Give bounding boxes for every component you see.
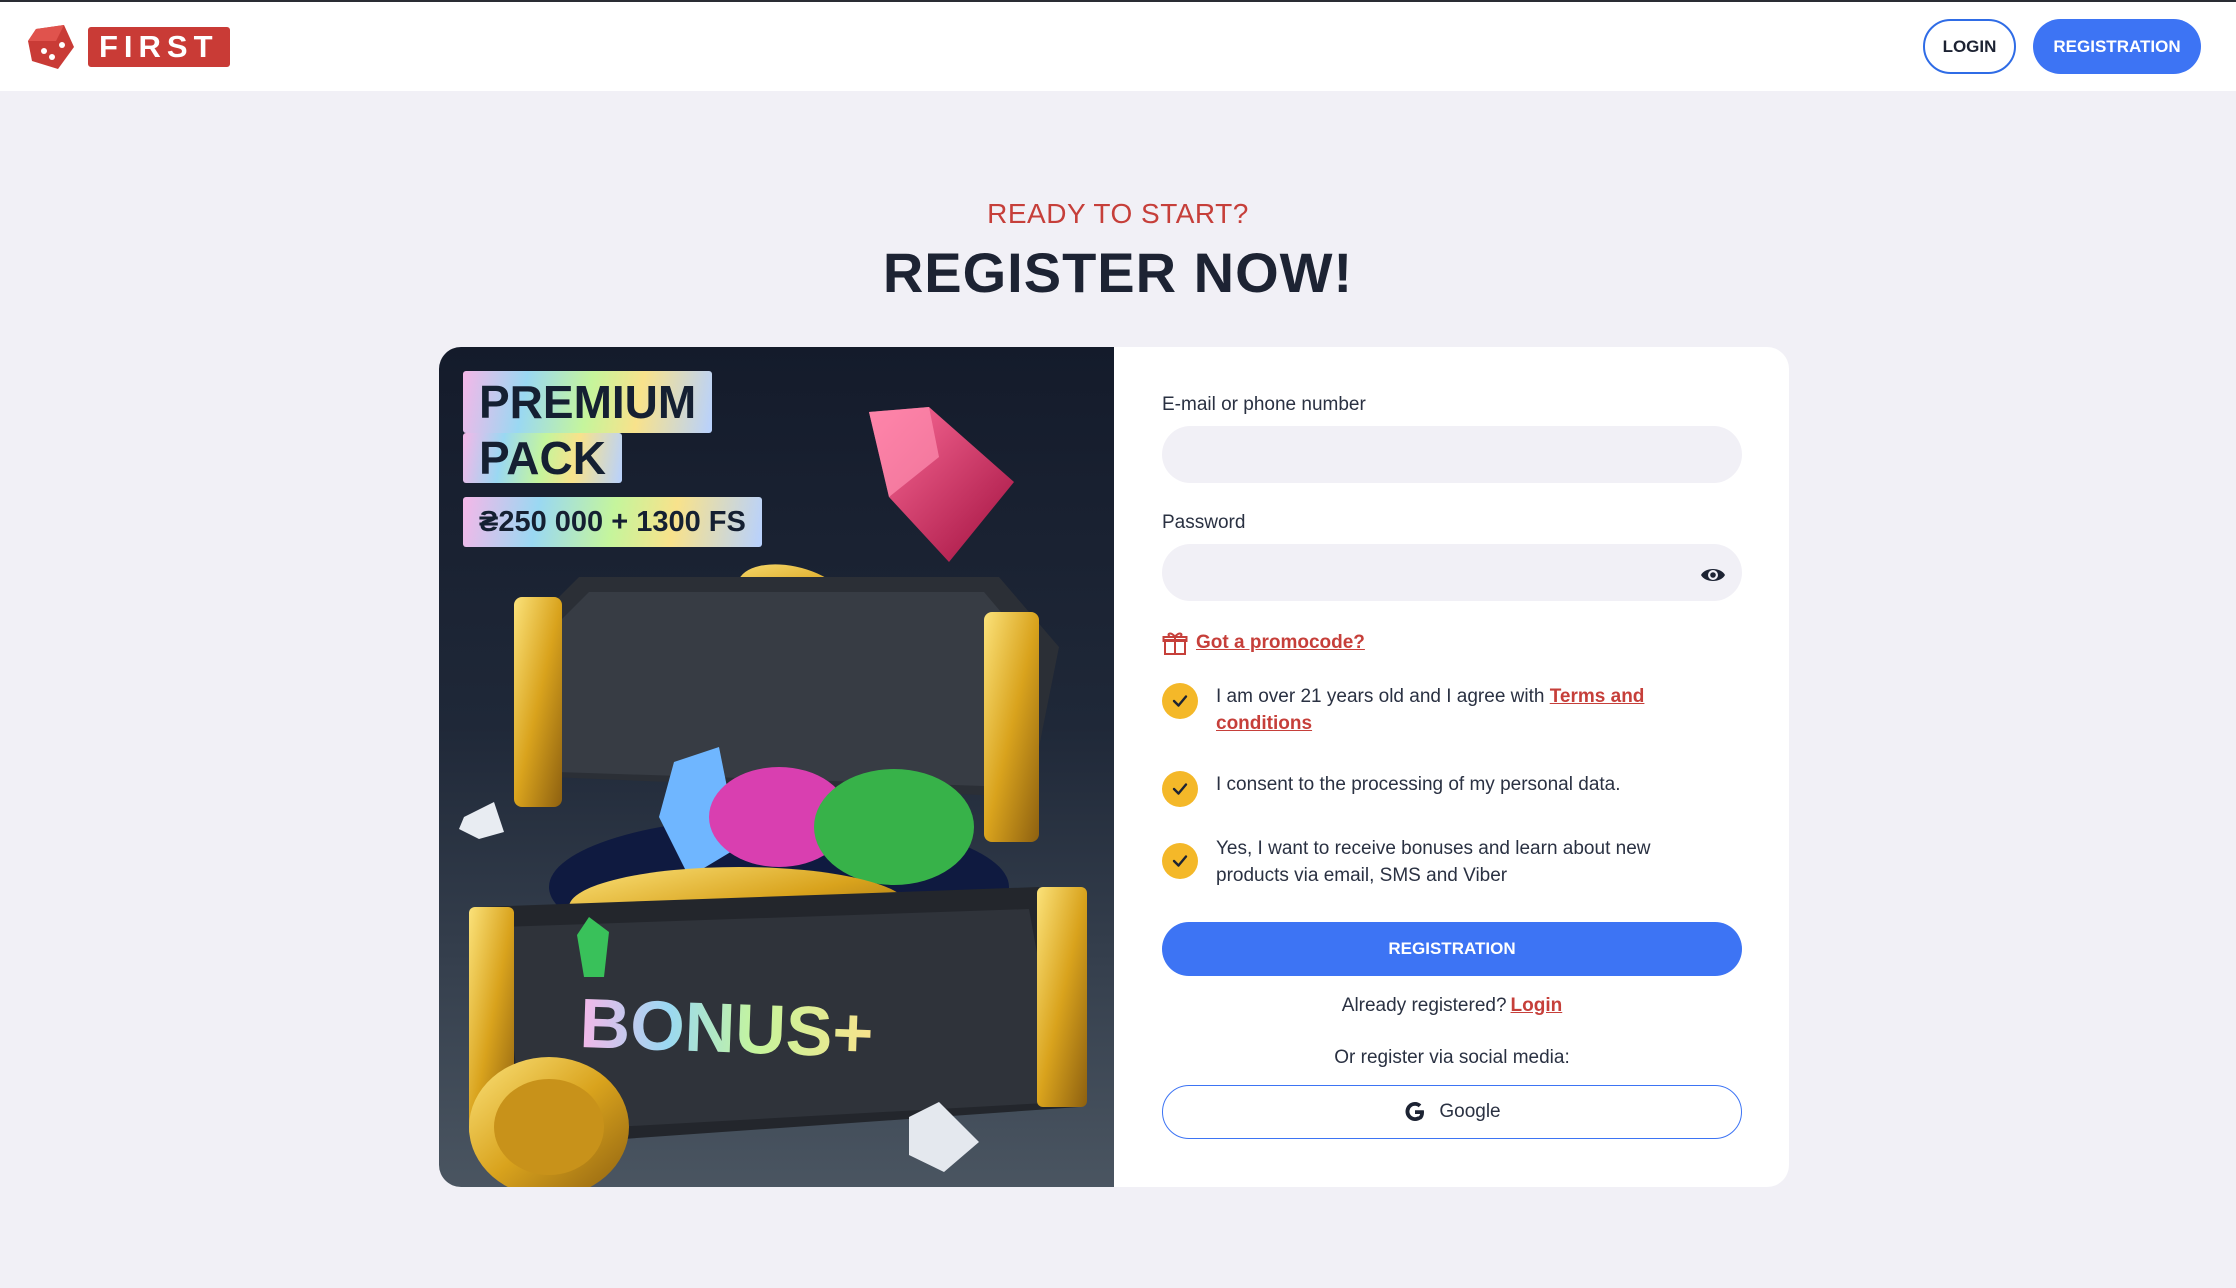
terms-checkbox[interactable]	[1162, 683, 1198, 719]
brand-wordmark: FIRST	[88, 27, 230, 67]
google-signup-button[interactable]: Google	[1162, 1085, 1742, 1139]
dice-logo-icon	[28, 25, 74, 69]
eye-icon[interactable]	[1700, 562, 1726, 588]
marketing-consent-text: Yes, I want to receive bonuses and learn…	[1216, 838, 1651, 886]
promocode-toggle[interactable]: Got a promocode?	[1162, 630, 1365, 656]
header-login-button[interactable]: LOGIN	[1923, 19, 2016, 74]
header-registration-button[interactable]: REGISTRATION	[2033, 19, 2201, 74]
check-icon	[1172, 695, 1188, 707]
marketing-consent-row: Yes, I want to receive bonuses and learn…	[1162, 835, 1742, 889]
login-link[interactable]: Login	[1511, 995, 1563, 1016]
google-label: Google	[1439, 1101, 1501, 1122]
google-icon	[1405, 1102, 1425, 1121]
registration-submit-button[interactable]: REGISTRATION	[1162, 922, 1742, 976]
terms-consent-text: I am over 21 years old and I agree with …	[1216, 683, 1716, 737]
terms-consent-row: I am over 21 years old and I agree with …	[1162, 683, 1742, 737]
chest-bonus-text: BONUS+	[578, 984, 874, 1072]
password-label: Password	[1162, 512, 1246, 533]
email-field[interactable]	[1162, 426, 1742, 483]
marketing-consent-checkbox[interactable]	[1162, 843, 1198, 879]
registration-card: BONUS+ PREMIUM PACK ₴250 000 + 1300 FS E…	[439, 347, 1789, 1187]
check-icon	[1172, 783, 1188, 795]
site-header: FIRST LOGIN REGISTRATION	[0, 2, 2236, 91]
brand-logo[interactable]: FIRST	[26, 20, 230, 74]
password-field[interactable]	[1162, 544, 1742, 601]
social-register-label: Or register via social media:	[1334, 1047, 1570, 1068]
already-registered-text: Already registered?	[1341, 995, 1507, 1016]
promo-banner: BONUS+ PREMIUM PACK ₴250 000 + 1300 FS	[439, 347, 1114, 1187]
gift-icon	[1162, 632, 1188, 655]
promocode-link[interactable]: Got a promocode?	[1196, 632, 1365, 654]
terms-consent-label: I am over 21 years old and I agree with	[1216, 686, 1550, 707]
promo-title-line1: PREMIUM	[463, 371, 713, 433]
already-registered: Already registered? Login	[1162, 995, 1742, 1017]
data-consent-checkbox[interactable]	[1162, 771, 1198, 807]
data-consent-row: I consent to the processing of my person…	[1162, 771, 1742, 807]
promo-offer: ₴250 000 + 1300 FS	[463, 497, 762, 547]
page-title: REGISTER NOW!	[882, 241, 1354, 304]
email-label: E-mail or phone number	[1162, 394, 1366, 415]
check-icon	[1172, 855, 1188, 867]
hero-eyebrow: READY TO START?	[987, 198, 1249, 229]
promo-title-line2: PACK	[463, 433, 622, 483]
data-consent-text: I consent to the processing of my person…	[1216, 774, 1621, 795]
